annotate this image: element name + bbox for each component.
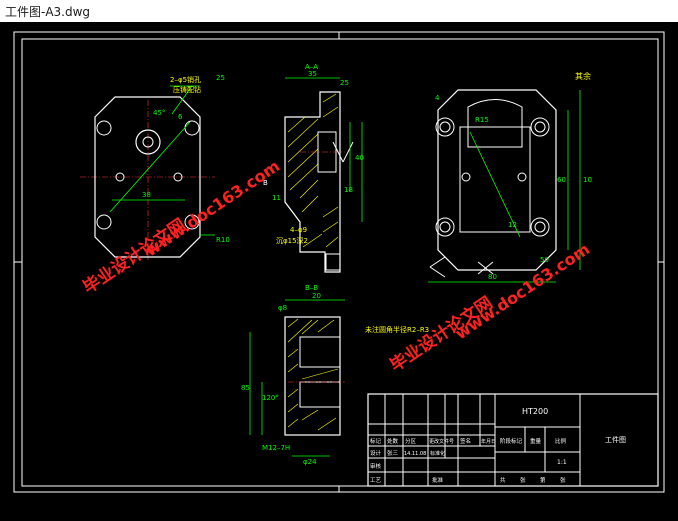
svg-text:重量: 重量 [530, 437, 542, 445]
svg-text:分区: 分区 [405, 437, 417, 445]
watermark-cn-2: 毕业设计论文网 [386, 292, 496, 376]
dim-25b: 25 [340, 79, 349, 87]
svg-text:年月日: 年月日 [481, 438, 496, 445]
dim-45deg: 45° [153, 109, 165, 117]
section-b-b: B–B 20 φ8 85 120° M12–7H φ24 未注圆角半径R2–R3 [241, 284, 429, 466]
holes-note-2-sub: 沉φ15深2 [276, 236, 308, 245]
dim-thread: M12–7H [262, 444, 290, 452]
dim-r15: R15 [475, 116, 489, 124]
scale-value: 1:1 [557, 459, 567, 466]
dim-60: 60 [557, 176, 566, 184]
dim-4: 4 [435, 94, 440, 102]
svg-text:张三: 张三 [387, 449, 399, 457]
title-block: HT200 工件图 标记 处数 分区 更改文件号 签名 年月日 设计 张三 14… [367, 393, 659, 487]
watermarks: 毕业设计论文网 www.doc163.com 毕业设计论文网 www.doc16… [79, 156, 593, 376]
watermark-url-1: www.doc163.com [142, 156, 284, 260]
dim-r10: R10 [216, 236, 230, 244]
svg-text:审核: 审核 [370, 462, 382, 470]
dim-20: 20 [312, 292, 321, 300]
dim-80: 80 [488, 273, 497, 281]
svg-text:张: 张 [560, 476, 566, 484]
svg-text:标记: 标记 [370, 437, 382, 445]
dim-35: 35 [308, 70, 317, 78]
dim-85: 85 [241, 384, 250, 392]
dim-phi24: φ24 [303, 458, 317, 466]
dim-120deg: 120° [262, 394, 279, 402]
svg-text:批准: 批准 [432, 476, 444, 484]
drawing-svg: 2–φ5销孔 压铸配钻 25 45° 38 R10 6 A–A 35 11 18… [13, 31, 665, 493]
fillet-note: 未注圆角半径R2–R3 [365, 325, 429, 334]
part-name: 工件图 [605, 435, 626, 444]
holes-note-sub: 压铸配钻 [173, 85, 201, 94]
dim-12: 12 [508, 221, 517, 229]
dim-40: 40 [355, 154, 364, 162]
svg-text:阶段标记: 阶段标记 [500, 437, 523, 445]
dim-25: 25 [216, 74, 225, 82]
svg-text:工艺: 工艺 [370, 477, 382, 484]
dim-18: 18 [344, 186, 353, 194]
holes-note-2: 4–φ9 [290, 226, 307, 234]
svg-text:处数: 处数 [387, 437, 399, 445]
svg-text:比例: 比例 [555, 437, 567, 445]
window-title: 工件图-A3.dwg [5, 5, 91, 19]
holes-note: 2–φ5销孔 [170, 75, 201, 84]
svg-text:共: 共 [500, 476, 506, 484]
material: HT200 [522, 407, 548, 416]
dim-10: 10 [583, 176, 592, 184]
section-bb-label: B–B [305, 284, 318, 292]
cad-canvas[interactable]: 2–φ5销孔 压铸配钻 25 45° 38 R10 6 A–A 35 11 18… [0, 22, 678, 521]
svg-text:14.11.08: 14.11.08 [404, 451, 426, 457]
svg-text:签名: 签名 [460, 437, 471, 445]
svg-text:更改文件号: 更改文件号 [429, 438, 454, 445]
svg-text:张: 张 [520, 476, 526, 484]
svg-text:标准化: 标准化 [430, 450, 445, 457]
svg-text:第: 第 [540, 476, 546, 484]
rest-note: 其余 [575, 71, 591, 81]
watermark-url-2: www.doc163.com [452, 239, 594, 343]
dim-11: 11 [272, 194, 281, 202]
dim-6: 6 [178, 113, 183, 121]
dim-38: 38 [142, 191, 151, 199]
svg-text:设计: 设计 [370, 449, 382, 457]
dim-phi8: φ8 [278, 304, 287, 312]
title-bar: 工件图-A3.dwg [0, 0, 678, 23]
